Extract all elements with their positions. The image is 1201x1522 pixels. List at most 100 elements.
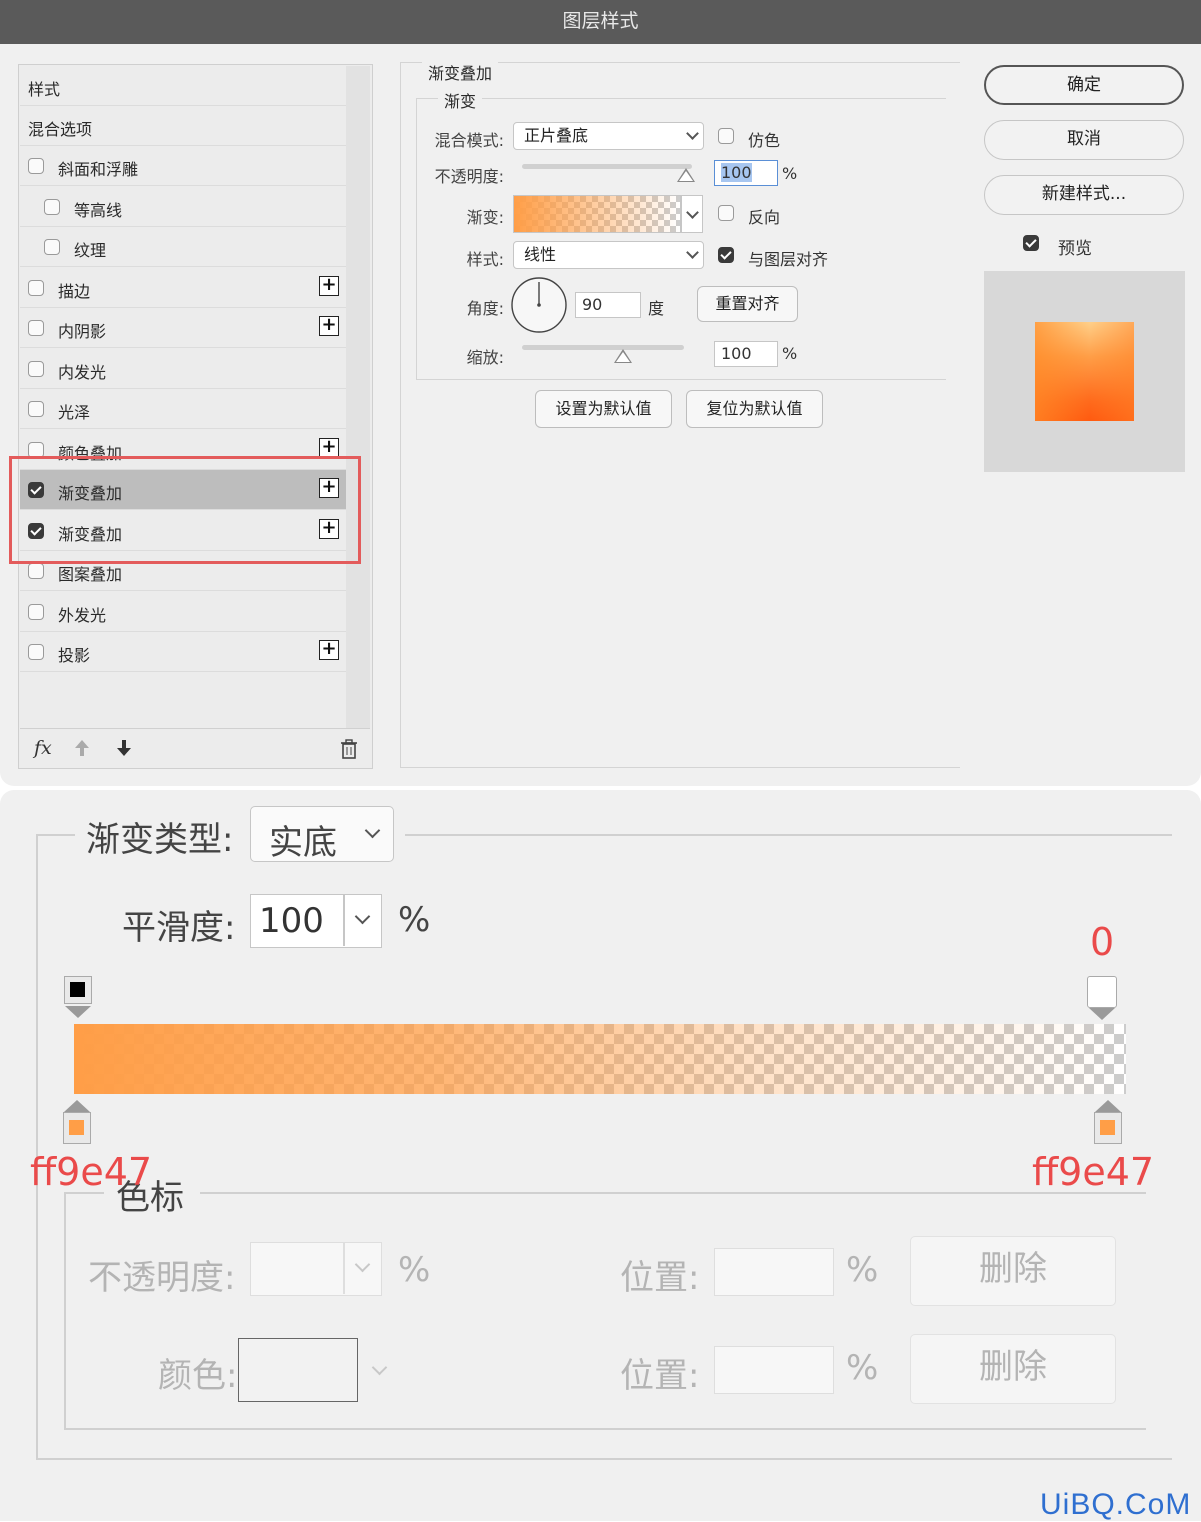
add-effect-icon[interactable]: + xyxy=(319,437,339,458)
stop-opacity-input[interactable] xyxy=(250,1242,382,1296)
opacity-stop-right[interactable] xyxy=(1087,976,1117,1008)
add-effect-icon[interactable]: + xyxy=(319,316,339,336)
annotation-left-color: ff9e47 xyxy=(30,1150,153,1194)
blend-options-item[interactable]: 混合选项 xyxy=(20,106,346,146)
chevron-down-icon xyxy=(686,206,699,219)
style-item[interactable]: 内阴影 + xyxy=(20,308,346,348)
style-item[interactable]: 等高线 xyxy=(20,187,346,227)
color-position-percent: % xyxy=(846,1348,879,1388)
style-item-checkbox[interactable] xyxy=(28,644,44,660)
blend-mode-select[interactable]: 正片叠底 xyxy=(513,122,704,150)
smoothness-divider xyxy=(343,895,345,946)
style-item-label: 光泽 xyxy=(58,403,91,422)
blend-mode-label: 混合模式: xyxy=(434,131,504,150)
delete-opacity-stop-label: 删除 xyxy=(979,1249,1047,1289)
arrow-up-icon[interactable] xyxy=(74,739,90,757)
style-select[interactable]: 线性 xyxy=(513,241,704,269)
style-item[interactable]: 光泽 xyxy=(20,389,346,429)
smoothness-percent: % xyxy=(398,900,431,940)
opacity-position-input[interactable] xyxy=(714,1248,834,1296)
style-item-label: 外发光 xyxy=(58,605,107,625)
style-item[interactable]: 外发光 xyxy=(20,592,346,632)
style-item-label: 斜面和浮雕 xyxy=(58,160,139,179)
opacity-slider-handle[interactable] xyxy=(677,168,695,182)
style-item-checkbox[interactable] xyxy=(28,401,44,417)
add-effect-icon[interactable]: + xyxy=(319,640,339,660)
watermark: UiBQ.CoM xyxy=(1040,1488,1192,1521)
style-item[interactable]: 内发光 xyxy=(20,349,346,389)
reverse-checkbox[interactable] xyxy=(718,205,734,221)
opacity-label: 不透明度: xyxy=(434,167,504,186)
style-item[interactable]: 投影 + xyxy=(20,632,346,672)
color-stop-right[interactable] xyxy=(1094,1112,1122,1144)
style-list-footer: fx xyxy=(20,728,370,769)
opacity-stop-left[interactable] xyxy=(64,976,92,1004)
trash-icon[interactable] xyxy=(340,739,358,759)
style-item[interactable]: 描边 + xyxy=(20,268,346,308)
color-position-input[interactable] xyxy=(714,1346,834,1394)
angle-dial[interactable] xyxy=(510,276,568,334)
dialog-title: 图层样式 xyxy=(0,0,1201,44)
gradient-subgroup-title: 渐变 xyxy=(438,88,483,112)
angle-input[interactable]: 90 xyxy=(575,292,641,318)
style-item-checkbox[interactable] xyxy=(28,320,44,336)
dither-checkbox[interactable] xyxy=(718,128,734,144)
gradient-type-select[interactable]: 实底 xyxy=(250,806,394,863)
style-label: 样式: xyxy=(466,250,504,269)
style-item-checkbox[interactable] xyxy=(28,158,44,174)
style-item-checkbox[interactable] xyxy=(28,603,44,620)
smoothness-label: 平滑度: xyxy=(122,908,236,948)
style-item-checkbox[interactable] xyxy=(28,360,44,377)
stop-opacity-percent: % xyxy=(398,1250,431,1290)
angle-value: 90 xyxy=(582,295,603,314)
opacity-slider[interactable] xyxy=(522,164,692,169)
stop-color-swatch[interactable] xyxy=(238,1338,358,1402)
arrow-down-icon[interactable] xyxy=(116,739,132,757)
gradient-bar[interactable] xyxy=(74,1024,1126,1094)
style-item-checkbox[interactable] xyxy=(28,279,44,296)
color-stop-left-swatch xyxy=(69,1120,84,1135)
style-item[interactable]: 斜面和浮雕 xyxy=(20,146,346,186)
angle-label: 角度: xyxy=(466,299,504,318)
align-with-layer-checkbox[interactable] xyxy=(718,247,734,263)
scale-input[interactable]: 100 xyxy=(714,341,778,367)
style-item-checkbox[interactable] xyxy=(44,198,60,215)
gradient-preview-swatch[interactable] xyxy=(513,195,681,233)
cancel-button[interactable]: 取消 xyxy=(984,120,1184,160)
opacity-stop-right-pointer xyxy=(1089,1008,1115,1020)
opacity-stop-left-swatch xyxy=(70,982,85,997)
ok-button[interactable]: 确定 xyxy=(984,65,1184,105)
smoothness-input[interactable]: 100 xyxy=(250,894,382,948)
delete-opacity-stop-button[interactable]: 删除 xyxy=(910,1236,1116,1306)
gradient-label: 渐变: xyxy=(466,208,504,227)
style-item-label: 图案叠加 xyxy=(58,565,123,584)
opacity-input[interactable]: 100 xyxy=(714,160,778,186)
style-item-label: 投影 xyxy=(58,646,91,665)
style-item-label: 描边 xyxy=(58,281,91,301)
reverse-label: 反向 xyxy=(748,208,781,227)
gradient-type-value: 实底 xyxy=(269,823,337,863)
style-list-scrollbar[interactable] xyxy=(346,66,370,728)
reset-alignment-button[interactable]: 重置对齐 xyxy=(697,286,798,322)
gradient-preview-fill xyxy=(514,196,680,232)
preview-swatch xyxy=(1035,322,1134,421)
new-style-button[interactable]: 新建样式... xyxy=(984,175,1184,215)
gradient-bar-fill xyxy=(74,1024,1126,1094)
chevron-down-icon[interactable] xyxy=(354,908,371,925)
fx-button[interactable]: fx xyxy=(34,737,52,759)
scale-slider[interactable] xyxy=(522,345,684,350)
style-item-checkbox[interactable] xyxy=(28,563,44,579)
styles-header[interactable]: 样式 xyxy=(20,66,346,106)
reset-to-default-button[interactable]: 复位为默认值 xyxy=(686,390,823,428)
set-as-default-button[interactable]: 设置为默认值 xyxy=(535,390,672,428)
style-item-checkbox[interactable] xyxy=(44,239,60,255)
preview-checkbox[interactable] xyxy=(1023,235,1039,251)
color-stop-left[interactable] xyxy=(63,1112,91,1144)
scale-slider-handle[interactable] xyxy=(614,349,632,363)
scale-percent: % xyxy=(782,344,798,363)
add-effect-icon[interactable]: + xyxy=(319,275,339,296)
gradient-picker-dropdown[interactable] xyxy=(681,195,703,233)
style-item[interactable]: 纹理 xyxy=(20,227,346,267)
delete-color-stop-button[interactable]: 删除 xyxy=(910,1334,1116,1404)
chevron-down-icon xyxy=(686,246,699,259)
